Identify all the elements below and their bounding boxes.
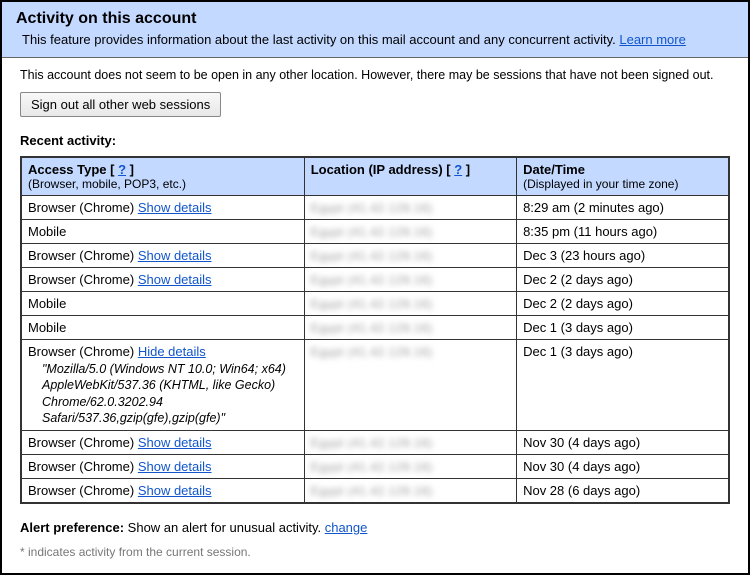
session-status-text: This account does not seem to be open in… (20, 68, 730, 82)
access-type-text: Browser (Chrome) (28, 200, 134, 215)
access-type-text: Browser (Chrome) (28, 272, 134, 287)
show-details-link[interactable]: Show details (138, 435, 212, 450)
table-row: Mobile Egypt (41.42.129.16) Dec 2 (2 days … (21, 292, 729, 316)
hide-details-link[interactable]: Hide details (138, 344, 206, 359)
cell-access-type: Mobile (21, 292, 304, 316)
cell-access-type: Browser (Chrome) Show details (21, 244, 304, 268)
cell-access-type: Browser (Chrome) Show details (21, 455, 304, 479)
show-details-link[interactable]: Show details (138, 248, 212, 263)
content-area: This account does not seem to be open in… (2, 58, 748, 573)
header-location-label: Location (IP address) (311, 162, 443, 177)
cell-location: Egypt (41.42.129.16) (304, 431, 516, 455)
access-type-text: Mobile (28, 320, 66, 335)
table-row: Browser (Chrome) Show details Egypt (41.4… (21, 196, 729, 220)
header-datetime: Date/Time (Displayed in your time zone) (517, 157, 729, 196)
sign-out-all-sessions-button[interactable]: Sign out all other web sessions (20, 92, 221, 117)
show-details-link[interactable]: Show details (138, 483, 212, 498)
header-datetime-sub: (Displayed in your time zone) (523, 177, 722, 191)
cell-datetime: Nov 30 (4 days ago) (517, 431, 729, 455)
learn-more-link[interactable]: Learn more (619, 32, 685, 47)
access-type-text: Browser (Chrome) (28, 459, 134, 474)
header-access-sub: (Browser, mobile, POP3, etc.) (28, 177, 298, 191)
table-row: Mobile Egypt (41.42.129.16) Dec 1 (3 days … (21, 316, 729, 340)
header-access-type: Access Type [ ? ] (Browser, mobile, POP3… (21, 157, 304, 196)
header-location: Location (IP address) [ ? ] (304, 157, 516, 196)
cell-access-type: Mobile (21, 220, 304, 244)
footnote-text: * indicates activity from the current se… (20, 545, 730, 559)
cell-location: Egypt (41.42.129.16) (304, 340, 516, 431)
banner-description: This feature provides information about … (16, 32, 734, 47)
cell-location: Egypt (41.42.129.16) (304, 316, 516, 340)
location-redacted: Egypt (41.42.129.16) (311, 460, 433, 474)
table-header-row: Access Type [ ? ] (Browser, mobile, POP3… (21, 157, 729, 196)
cell-access-type: Browser (Chrome) Show details (21, 479, 304, 504)
show-details-link[interactable]: Show details (138, 459, 212, 474)
user-agent-details: "Mozilla/5.0 (Windows NT 10.0; Win64; x6… (42, 361, 298, 426)
location-redacted: Egypt (41.42.129.16) (311, 273, 433, 287)
cell-access-type: Mobile (21, 316, 304, 340)
cell-access-type: Browser (Chrome) Show details (21, 431, 304, 455)
cell-location: Egypt (41.42.129.16) (304, 268, 516, 292)
location-redacted: Egypt (41.42.129.16) (311, 321, 433, 335)
alert-pref-label: Alert preference: (20, 520, 124, 535)
table-row: Mobile Egypt (41.42.129.16) 8:35 pm (11 ho… (21, 220, 729, 244)
cell-datetime: Dec 2 (2 days ago) (517, 268, 729, 292)
cell-access-type: Browser (Chrome) Show details (21, 196, 304, 220)
cell-location: Egypt (41.42.129.16) (304, 196, 516, 220)
cell-access-type: Browser (Chrome) Show details (21, 268, 304, 292)
cell-location: Egypt (41.42.129.16) (304, 244, 516, 268)
cell-datetime: Dec 3 (23 hours ago) (517, 244, 729, 268)
cell-access-type: Browser (Chrome) Hide details "Mozilla/5.… (21, 340, 304, 431)
location-redacted: Egypt (41.42.129.16) (311, 201, 433, 215)
table-row: Browser (Chrome) Show details Egypt (41.4… (21, 455, 729, 479)
table-row: Browser (Chrome) Show details Egypt (41.4… (21, 431, 729, 455)
cell-location: Egypt (41.42.129.16) (304, 220, 516, 244)
header-access-label: Access Type (28, 162, 107, 177)
location-redacted: Egypt (41.42.129.16) (311, 297, 433, 311)
location-redacted: Egypt (41.42.129.16) (311, 225, 433, 239)
cell-datetime: 8:29 am (2 minutes ago) (517, 196, 729, 220)
location-redacted: Egypt (41.42.129.16) (311, 484, 433, 498)
cell-datetime: Dec 1 (3 days ago) (517, 340, 729, 431)
table-row: Browser (Chrome) Show details Egypt (41.4… (21, 244, 729, 268)
access-type-text: Mobile (28, 296, 66, 311)
access-type-text: Browser (Chrome) (28, 344, 134, 359)
access-type-text: Mobile (28, 224, 66, 239)
location-help-link[interactable]: ? (454, 162, 462, 177)
cell-datetime: 8:35 pm (11 hours ago) (517, 220, 729, 244)
location-redacted: Egypt (41.42.129.16) (311, 436, 433, 450)
banner: Activity on this account This feature pr… (2, 2, 748, 58)
access-type-text: Browser (Chrome) (28, 435, 134, 450)
alert-preference: Alert preference: Show an alert for unus… (20, 520, 730, 535)
activity-window: Activity on this account This feature pr… (0, 0, 750, 575)
access-type-text: Browser (Chrome) (28, 483, 134, 498)
location-redacted: Egypt (41.42.129.16) (311, 345, 433, 359)
cell-location: Egypt (41.42.129.16) (304, 479, 516, 504)
cell-location: Egypt (41.42.129.16) (304, 455, 516, 479)
cell-datetime: Dec 1 (3 days ago) (517, 316, 729, 340)
recent-activity-heading: Recent activity: (20, 133, 730, 148)
cell-location: Egypt (41.42.129.16) (304, 292, 516, 316)
alert-pref-change-link[interactable]: change (325, 520, 368, 535)
page-title: Activity on this account (16, 10, 734, 28)
cell-datetime: Nov 30 (4 days ago) (517, 455, 729, 479)
cell-datetime: Nov 28 (6 days ago) (517, 479, 729, 504)
activity-table: Access Type [ ? ] (Browser, mobile, POP3… (20, 156, 730, 504)
cell-datetime: Dec 2 (2 days ago) (517, 292, 729, 316)
access-type-help-link[interactable]: ? (118, 162, 126, 177)
location-redacted: Egypt (41.42.129.16) (311, 249, 433, 263)
show-details-link[interactable]: Show details (138, 272, 212, 287)
alert-pref-text: Show an alert for unusual activity. (128, 520, 321, 535)
table-row: Browser (Chrome) Show details Egypt (41.4… (21, 479, 729, 504)
table-row: Browser (Chrome) Hide details "Mozilla/5.… (21, 340, 729, 431)
access-type-text: Browser (Chrome) (28, 248, 134, 263)
banner-description-text: This feature provides information about … (22, 32, 616, 47)
header-datetime-label: Date/Time (523, 162, 585, 177)
show-details-link[interactable]: Show details (138, 200, 212, 215)
table-row: Browser (Chrome) Show details Egypt (41.4… (21, 268, 729, 292)
